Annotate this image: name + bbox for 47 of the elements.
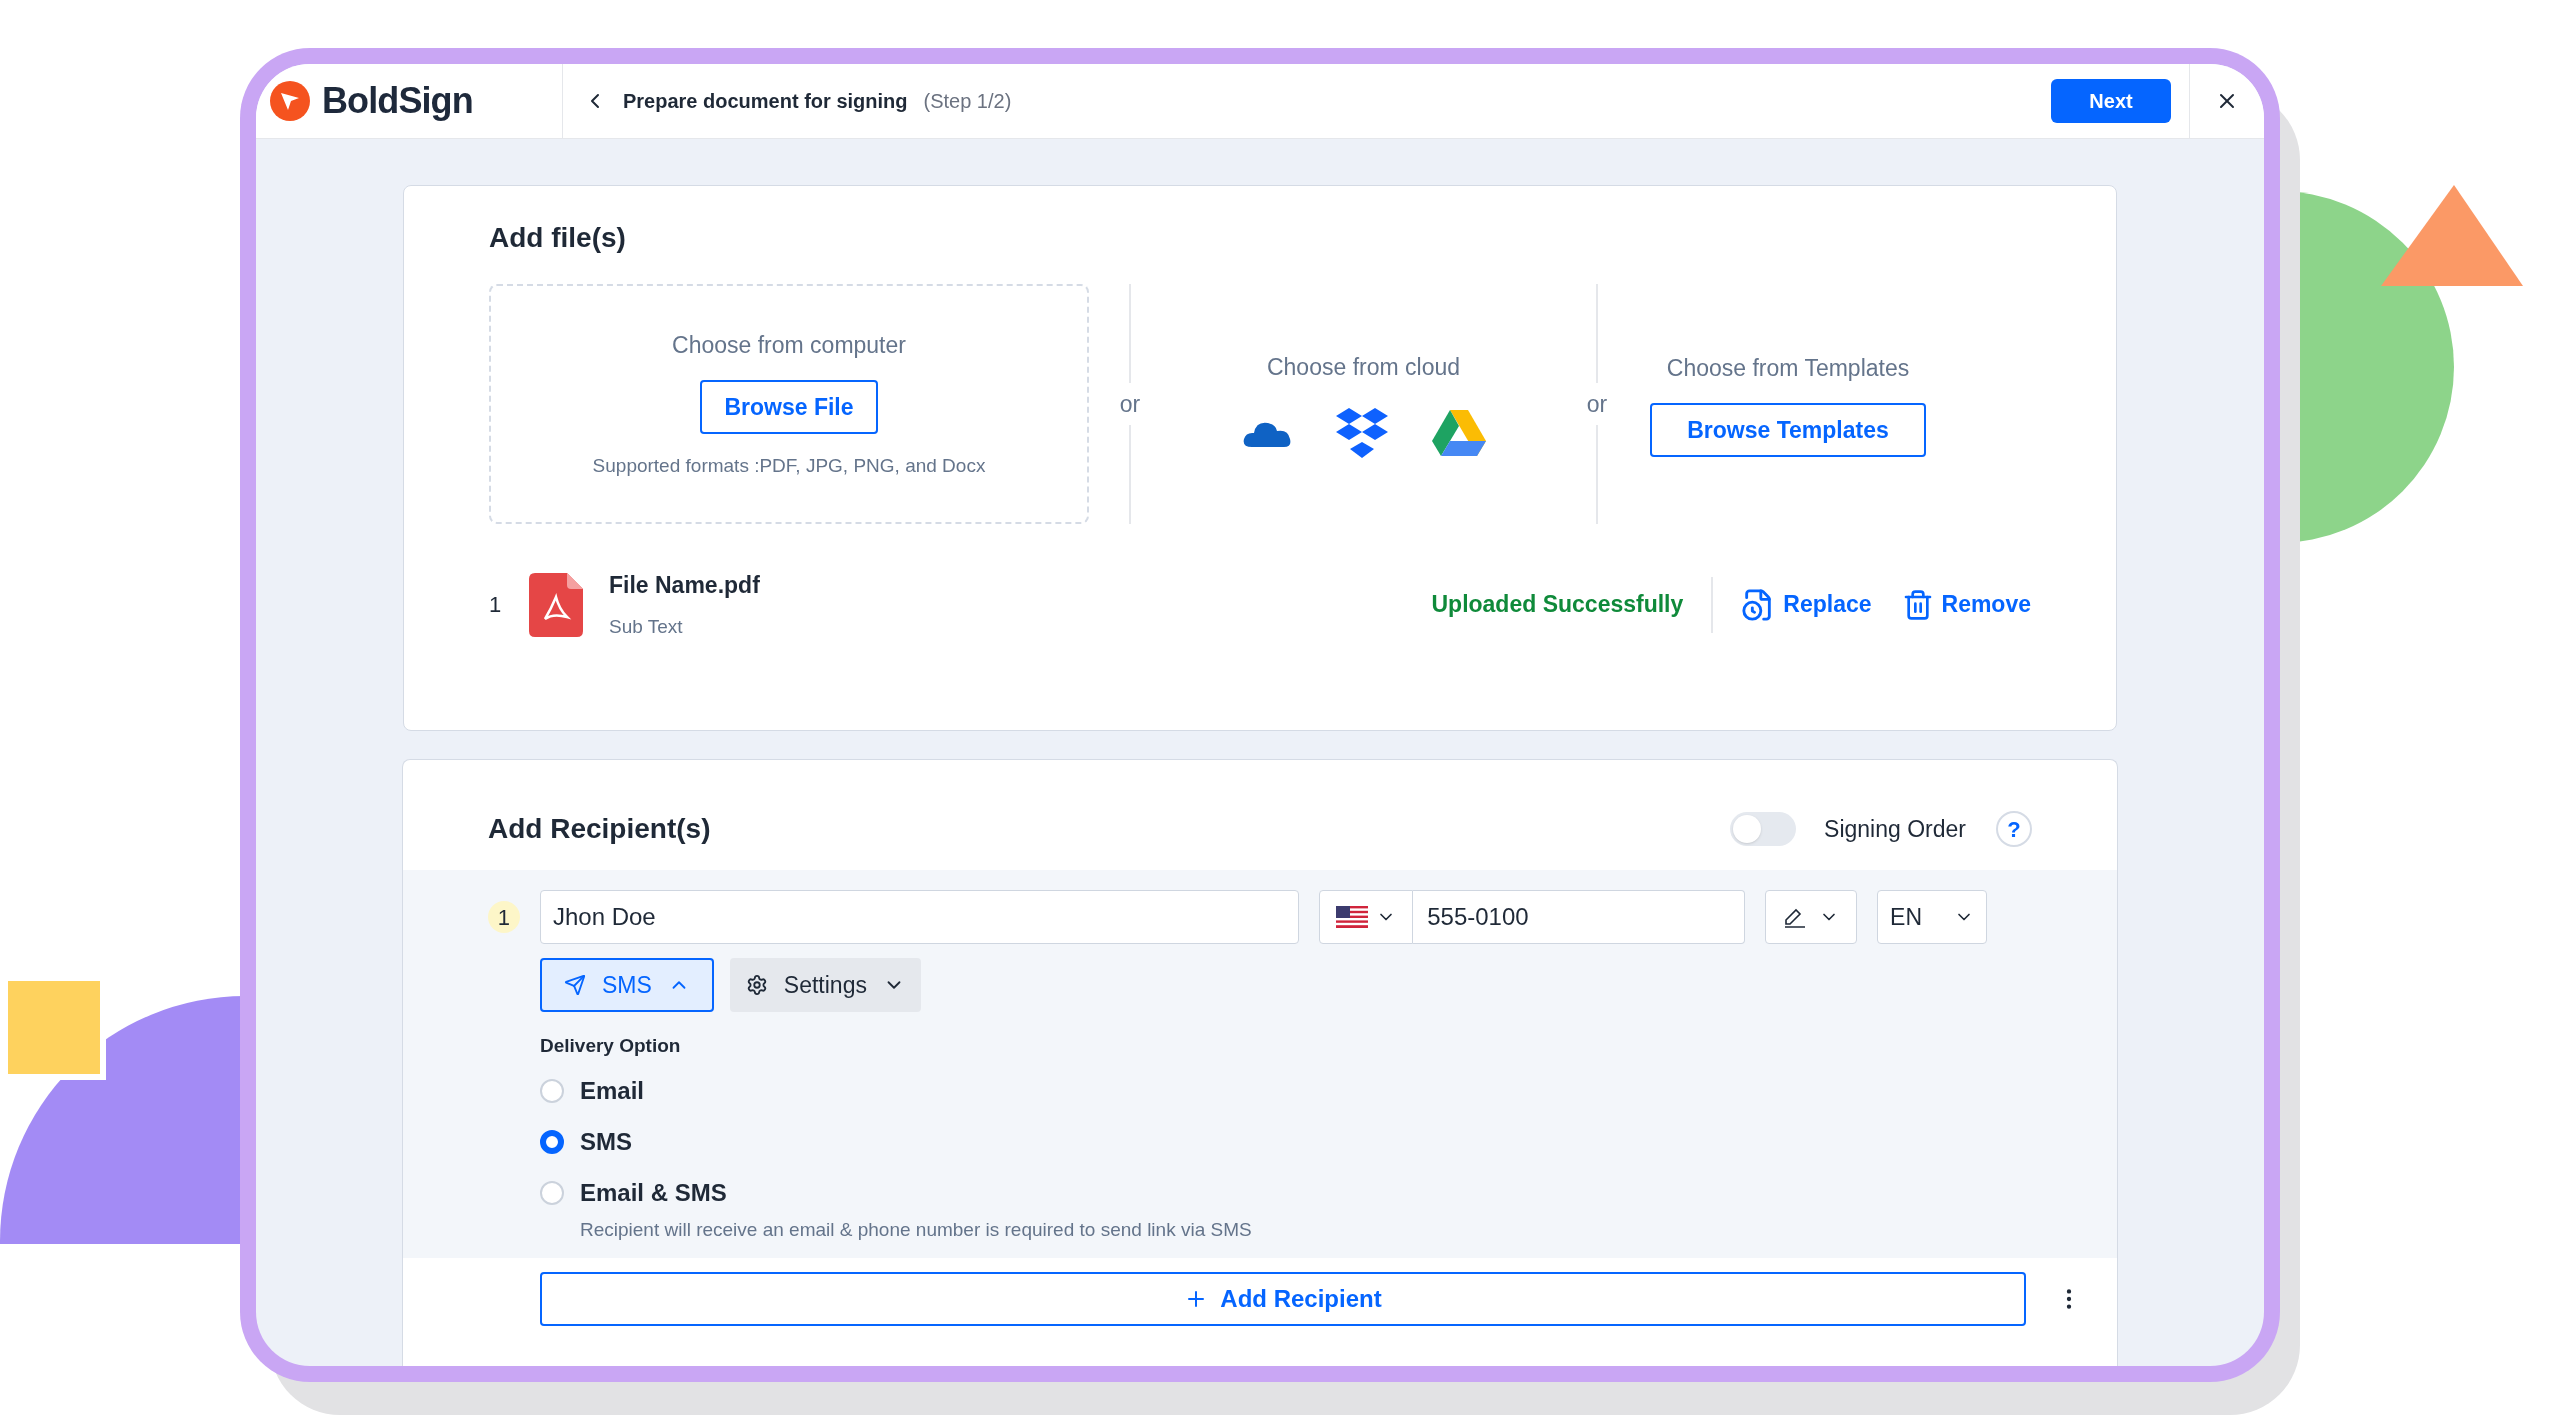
replace-button[interactable]: Replace [1741,587,1872,622]
delivery-option-title: Delivery Option [540,1034,682,1058]
drop-zone-label: Choose from computer [672,330,906,360]
delivery-note: Recipient will receive an email & phone number is required to send link via SMS [580,1217,1253,1242]
remove-button[interactable]: Remove [1901,587,2031,622]
radio-label: Email & SMS [580,1177,727,1208]
settings-icon [745,974,768,996]
page-title: Prepare document for signing [623,89,908,114]
delivery-button[interactable]: SMS [540,958,714,1012]
file-subtext: Sub Text [609,614,684,639]
radio-button[interactable] [540,1129,564,1154]
country-select[interactable] [1319,890,1414,944]
logo-icon [270,81,310,121]
recipient-index: 1 [488,901,520,933]
or-label: or [1586,382,1608,426]
drop-zone[interactable]: Choose from computer Browse File Supported formats :PDF, JPG, PNG, and Docx [489,284,1089,524]
radio-label: SMS [580,1126,632,1157]
or-label: or [1119,382,1141,426]
browse-templates-button[interactable]: Browse Templates [1650,403,1926,458]
upload-status: Uploaded Successfully [1431,590,1684,620]
help-button[interactable]: ? [1996,811,2032,847]
diamond-boxes-icon[interactable] [1335,408,1388,459]
settings-button[interactable]: Settings [729,958,921,1012]
logo-text: BoldSign [322,79,473,123]
templates-label: Choose from Templates [1666,353,1910,383]
pen-signature-icon [1783,906,1808,928]
triangle-logo-icon[interactable] [1431,410,1486,457]
signer-role-select[interactable] [1765,890,1858,944]
radio-label: Email [580,1075,645,1106]
browse-file-button[interactable]: Browse File [700,380,878,434]
file-name: File Name.pdf [609,571,760,600]
formats-note: Supported formats :PDF, JPG, PNG, and Docx [592,454,986,478]
file-index: 1 [489,591,503,619]
phone-field[interactable]: 555-0100 [1413,890,1746,944]
pdf-file-icon [529,572,583,637]
section-title: Add file(s) [489,224,627,252]
signing-order-toggle[interactable] [1730,812,1797,846]
step-label: (Step 1/2) [923,89,1012,114]
send-icon [564,974,586,996]
signing-order-label: Signing Order [1824,814,1966,844]
name-field[interactable]: Jhon Doe [539,890,1300,944]
flag-icon [1336,906,1369,928]
section-title: Add Recipient(s) [488,812,711,846]
language-select[interactable]: EN [1877,890,1987,944]
add-recipient-button[interactable]: Add Recipient [540,1272,2026,1326]
cloud-label: Choose from cloud [1266,352,1460,382]
next-button[interactable]: Next [2051,79,2171,123]
